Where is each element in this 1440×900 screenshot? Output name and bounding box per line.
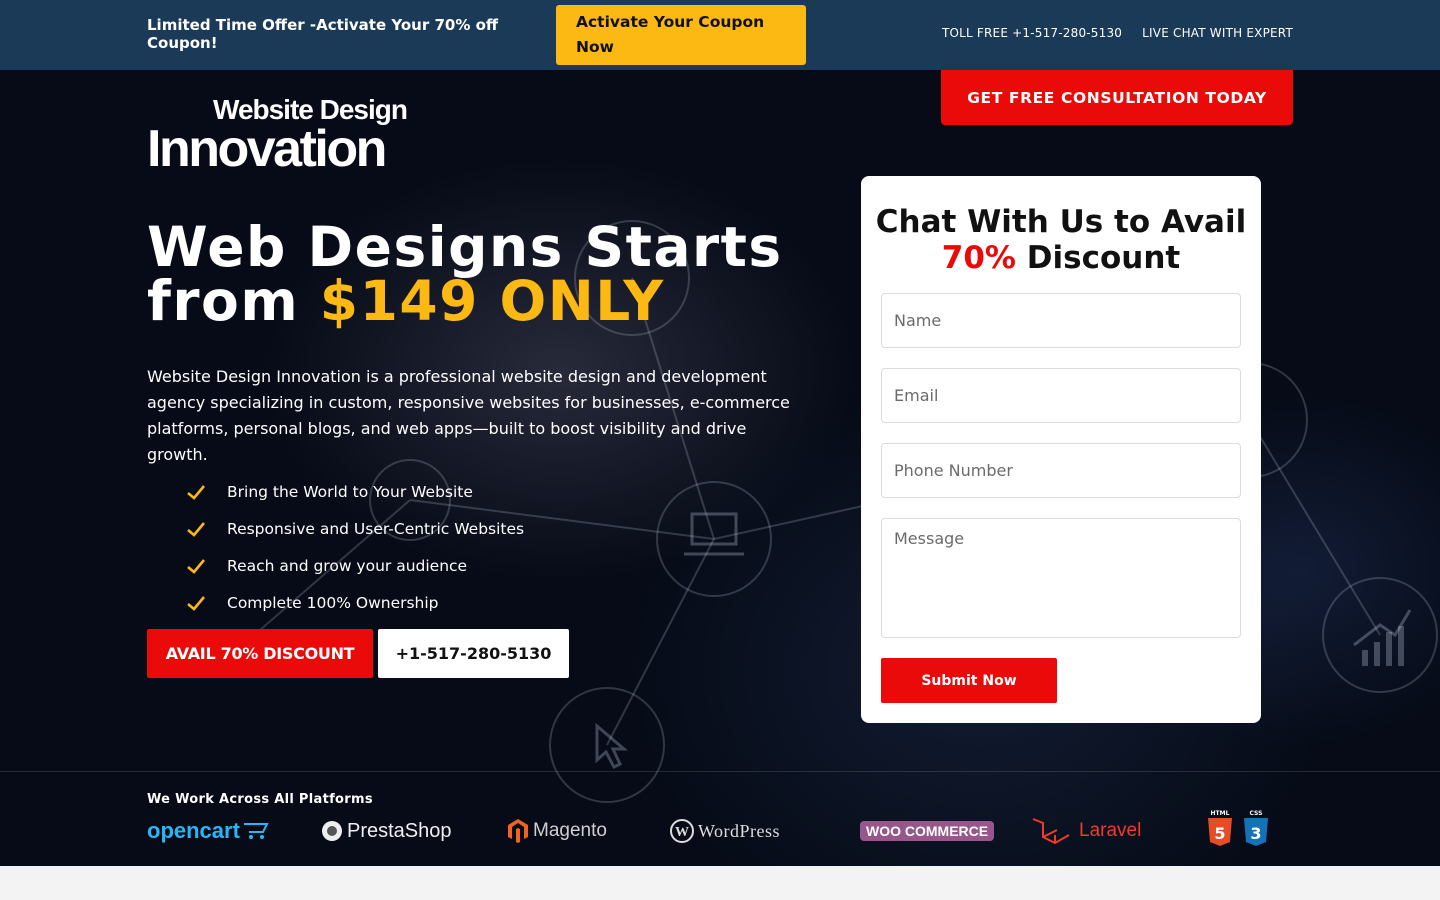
platforms-strip: We Work Across All Platforms opencart Pr… [0, 771, 1440, 866]
toll-free-link[interactable]: TOLL FREE +1-517-280-5130 [942, 26, 1122, 40]
magento-icon [508, 819, 528, 843]
headline-price: $149 ONLY [319, 269, 665, 333]
prestashop-icon [322, 821, 342, 841]
hero-description: Website Design Innovation is a professio… [147, 367, 790, 464]
html5-caption: HTML [1211, 810, 1230, 817]
svg-text:W: W [675, 825, 689, 840]
wordpress-label: WordPress [698, 820, 781, 841]
opencart-label: opencart [147, 818, 240, 843]
email-field[interactable] [881, 368, 1241, 423]
prestashop-label: PrestaShop [347, 819, 452, 842]
html-css-logos: HTML 5 CSS 3 [1206, 808, 1270, 848]
platforms-title: We Work Across All Platforms [147, 792, 373, 807]
discount-form-card: Chat With Us to Avail 70% Discount Submi… [861, 176, 1261, 723]
opencart-logo: opencart [147, 816, 269, 846]
feature-label: Responsive and User-Centric Websites [227, 519, 525, 538]
feature-label: Bring the World to Your Website [227, 482, 473, 501]
page-bottom-strip [0, 866, 1440, 900]
feature-item: Responsive and User-Centric Websites [186, 510, 524, 547]
magento-logo: Magento [507, 816, 607, 846]
submit-button[interactable]: Submit Now [881, 658, 1057, 703]
site-logo[interactable]: Website Design Innovation [147, 96, 412, 178]
free-consultation-button[interactable]: GET FREE CONSULTATION TODAY [941, 70, 1293, 125]
name-field[interactable] [881, 293, 1241, 348]
logo-line-2: Innovation [147, 120, 387, 178]
live-chat-link[interactable]: LIVE CHAT WITH EXPERT [1142, 26, 1293, 40]
form-title: Chat With Us to Avail 70% Discount [861, 204, 1261, 276]
avail-discount-button[interactable]: AVAIL 70% DISCOUNT [147, 629, 373, 678]
check-icon [187, 558, 205, 574]
hero-headline: Web Designs Starts from $149 ONLY [147, 220, 783, 329]
laravel-icon [1032, 818, 1070, 845]
svg-text:3: 3 [1250, 824, 1261, 843]
feature-item: Bring the World to Your Website [186, 473, 524, 510]
laravel-logo: Laravel [1031, 816, 1141, 846]
feature-label: Reach and grow your audience [227, 556, 468, 575]
wordpress-icon: W [670, 819, 694, 843]
woocommerce-logo: WOO COMMERCE [860, 816, 995, 846]
top-offer-bar: Limited Time Offer -Activate Your 70% of… [0, 0, 1440, 70]
magento-label: Magento [533, 820, 607, 841]
prestashop-logo: PrestaShop [321, 816, 452, 846]
feature-list: Bring the World to Your Website Responsi… [186, 473, 524, 621]
message-field[interactable] [881, 518, 1241, 638]
woocommerce-label: WOO COMMERCE [860, 821, 995, 841]
feature-item: Complete 100% Ownership [186, 584, 524, 621]
phone-call-button[interactable]: +1-517-280-5130 [378, 629, 569, 678]
laravel-label: Laravel [1079, 820, 1142, 841]
feature-label: Complete 100% Ownership [227, 593, 439, 612]
css3-icon: CSS 3 [1244, 810, 1268, 846]
cart-icon [243, 823, 269, 839]
feature-item: Reach and grow your audience [186, 547, 524, 584]
css3-caption: CSS [1250, 810, 1263, 817]
activate-coupon-button[interactable]: Activate Your Coupon Now [556, 5, 806, 65]
form-title-line-1: Chat With Us to Avail [875, 204, 1247, 240]
wordpress-logo: W WordPress [670, 816, 780, 846]
top-links: TOLL FREE +1-517-280-5130 LIVE CHAT WITH… [942, 26, 1293, 40]
form-title-highlight: 70% [941, 240, 1016, 276]
svg-text:5: 5 [1214, 824, 1225, 843]
hero-section: GET FREE CONSULTATION TODAY Website Desi… [0, 70, 1440, 866]
check-icon [187, 484, 205, 500]
html5-icon: HTML 5 [1208, 810, 1232, 846]
check-icon [187, 595, 205, 611]
check-icon [187, 521, 205, 537]
offer-text: Limited Time Offer -Activate Your 70% of… [147, 16, 499, 52]
form-title-suffix: Discount [1015, 240, 1181, 276]
phone-field[interactable] [881, 443, 1241, 498]
headline-line-2-prefix: from [147, 269, 320, 333]
